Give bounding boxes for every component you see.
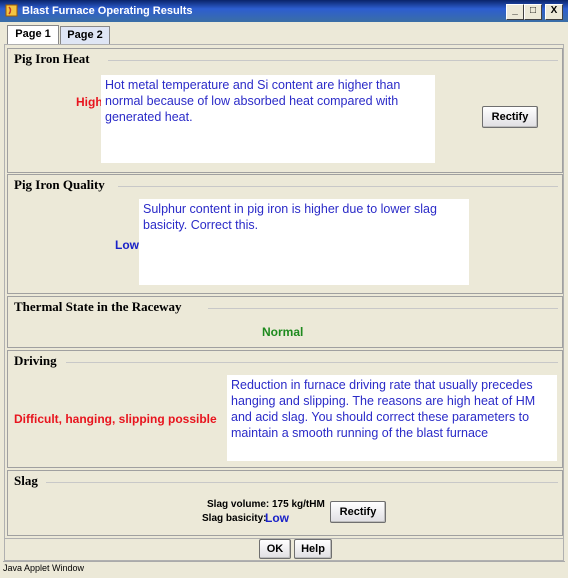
minimize-button[interactable]: _ xyxy=(506,4,524,20)
rectify-heat-button[interactable]: Rectify xyxy=(482,106,538,128)
window-title: Blast Furnace Operating Results xyxy=(22,5,193,17)
tab-page-2[interactable]: Page 2 xyxy=(60,26,110,45)
driving-status: Difficult, hanging, slipping possible xyxy=(14,412,217,426)
panel-divider xyxy=(118,186,558,187)
panel-pig-iron-quality: Pig Iron Quality Low Sulphur content in … xyxy=(7,174,563,294)
panel-title: Slag xyxy=(14,473,42,489)
panel-title: Thermal State in the Raceway xyxy=(14,299,186,315)
status-bar-text: Java Applet Window xyxy=(3,563,85,573)
slag-basicity-value: Low xyxy=(265,511,289,525)
tab-page-1[interactable]: Page 1 xyxy=(7,25,59,45)
panel-slag: Slag Slag volume: 175 kg/tHM Slag basici… xyxy=(7,470,563,536)
panel-pig-iron-heat: Pig Iron Heat High Hot metal temperature… xyxy=(7,48,563,173)
panel-divider xyxy=(108,60,558,61)
close-button[interactable]: X xyxy=(545,4,563,20)
slag-basicity-label: Slag basicity: xyxy=(202,513,267,524)
java-app-icon xyxy=(5,4,18,17)
heat-message: Hot metal temperature and Si content are… xyxy=(101,75,435,163)
panel-title: Pig Iron Heat xyxy=(14,51,94,67)
panel-title: Pig Iron Quality xyxy=(14,177,109,193)
panel-divider xyxy=(46,482,558,483)
maximize-button[interactable]: □ xyxy=(524,4,542,20)
window-titlebar[interactable]: Blast Furnace Operating Results _ □ X xyxy=(0,0,568,22)
panel-title: Driving xyxy=(14,353,61,369)
panel-thermal-state: Thermal State in the Raceway Normal xyxy=(7,296,563,348)
heat-status: High xyxy=(76,95,103,109)
status-bar: Java Applet Window xyxy=(3,561,565,575)
driving-message: Reduction in furnace driving rate that u… xyxy=(227,375,557,461)
help-button[interactable]: Help xyxy=(294,539,332,559)
rectify-slag-button[interactable]: Rectify xyxy=(330,501,386,523)
panel-divider xyxy=(66,362,558,363)
ok-button[interactable]: OK xyxy=(259,539,291,559)
thermal-status: Normal xyxy=(262,325,304,339)
quality-message: Sulphur content in pig iron is higher du… xyxy=(139,199,469,285)
panel-driving: Driving Difficult, hanging, slipping pos… xyxy=(7,350,563,468)
panel-divider xyxy=(208,308,558,309)
slag-volume-value: 175 kg/tHM xyxy=(272,499,325,510)
slag-volume-label: Slag volume: xyxy=(207,499,270,510)
quality-status: Low xyxy=(115,238,139,252)
